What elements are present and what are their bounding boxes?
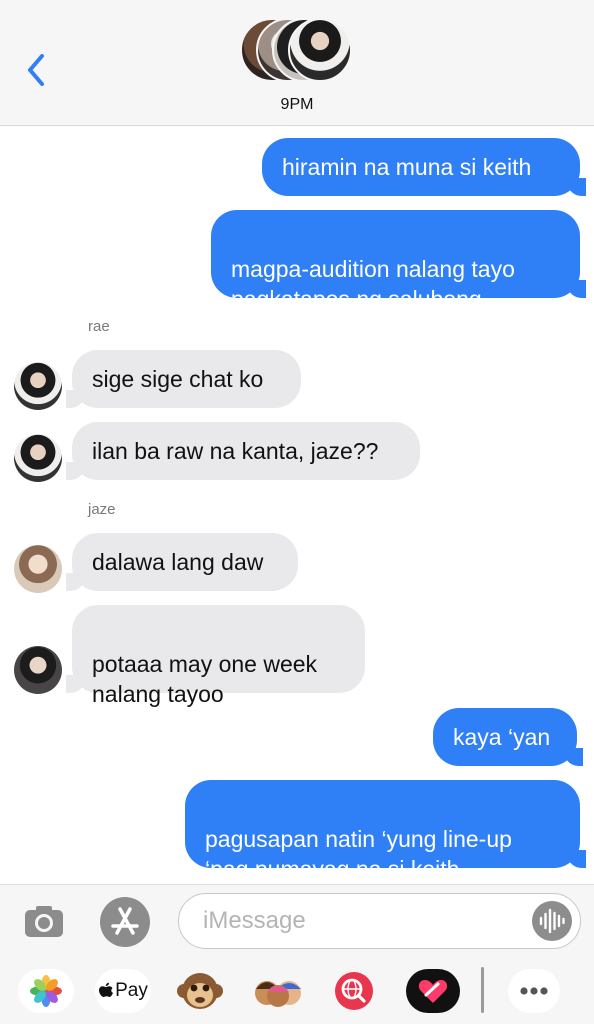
- apple-pay-button[interactable]: Pay: [95, 969, 151, 1013]
- message-bubble-incoming[interactable]: potaaa may one week nalang tayoo: [66, 605, 365, 707]
- camera-icon: [25, 906, 63, 937]
- conversation-title[interactable]: 9PM: [0, 96, 594, 114]
- message-text: ilan ba raw na kanta, jaze??: [92, 438, 379, 464]
- sender-name: rae: [88, 318, 110, 335]
- avatar[interactable]: [14, 545, 62, 593]
- audio-message-button[interactable]: [532, 901, 572, 941]
- web-search-app-button[interactable]: [330, 969, 378, 1013]
- message-bubble-outgoing[interactable]: kaya ‘yan: [433, 708, 583, 766]
- photos-app-button[interactable]: [18, 969, 74, 1013]
- tray-divider: [481, 967, 484, 1013]
- avatar[interactable]: [14, 434, 62, 482]
- chevron-left-icon: [28, 54, 44, 86]
- message-text: hiramin na muna si keith: [282, 154, 532, 180]
- audio-wave-icon: [539, 908, 565, 934]
- message-bubble-outgoing[interactable]: magpa-audition nalang tayo pagkatapos ng…: [211, 210, 586, 312]
- sender-name: jaze: [88, 501, 116, 518]
- composer-area: iMessage Pay: [0, 884, 594, 1024]
- animoji-button[interactable]: [174, 969, 226, 1013]
- message-bubble-outgoing[interactable]: hiramin na muna si keith: [262, 138, 586, 196]
- digital-touch-button[interactable]: [406, 969, 460, 1013]
- message-text: potaaa may one week nalang tayoo: [92, 651, 318, 707]
- message-input-placeholder: iMessage: [203, 907, 306, 934]
- back-button[interactable]: [22, 50, 52, 90]
- message-text: kaya ‘yan: [453, 724, 551, 750]
- more-icon: [520, 987, 548, 995]
- message-text: pagusapan natin ‘yung line-up ‘pag pumay…: [205, 826, 512, 882]
- message-text: sige sige chat ko: [92, 366, 264, 392]
- message-bubble-outgoing[interactable]: pagusapan natin ‘yung line-up ‘pag pumay…: [185, 780, 586, 882]
- web-search-icon: [335, 972, 373, 1010]
- photos-icon: [30, 975, 62, 1007]
- memoji-button[interactable]: [252, 969, 304, 1013]
- message-input[interactable]: iMessage: [178, 893, 581, 949]
- avatar[interactable]: [14, 646, 62, 694]
- group-avatars[interactable]: [240, 18, 355, 84]
- app-store-icon: [111, 907, 139, 935]
- monkey-emoji-icon: [177, 973, 223, 1009]
- app-tray: Pay: [0, 961, 594, 1024]
- digital-touch-icon: [418, 980, 448, 1003]
- message-bubble-incoming[interactable]: ilan ba raw na kanta, jaze??: [66, 422, 420, 480]
- apple-pay-icon: [99, 982, 114, 997]
- memoji-icon: [255, 981, 301, 1007]
- avatar[interactable]: [14, 362, 62, 410]
- apple-pay-label: Pay: [115, 980, 148, 1001]
- message-text: magpa-audition nalang tayo pagkatapos ng…: [231, 256, 515, 312]
- avatar: [288, 18, 352, 82]
- more-apps-button[interactable]: [508, 969, 560, 1013]
- camera-button[interactable]: [22, 901, 66, 941]
- message-text: dalawa lang daw: [92, 549, 264, 575]
- conversation-header: 9PM: [0, 0, 594, 126]
- message-bubble-incoming[interactable]: sige sige chat ko: [66, 350, 301, 408]
- message-bubble-incoming[interactable]: dalawa lang daw: [66, 533, 298, 591]
- app-store-button[interactable]: [100, 897, 150, 947]
